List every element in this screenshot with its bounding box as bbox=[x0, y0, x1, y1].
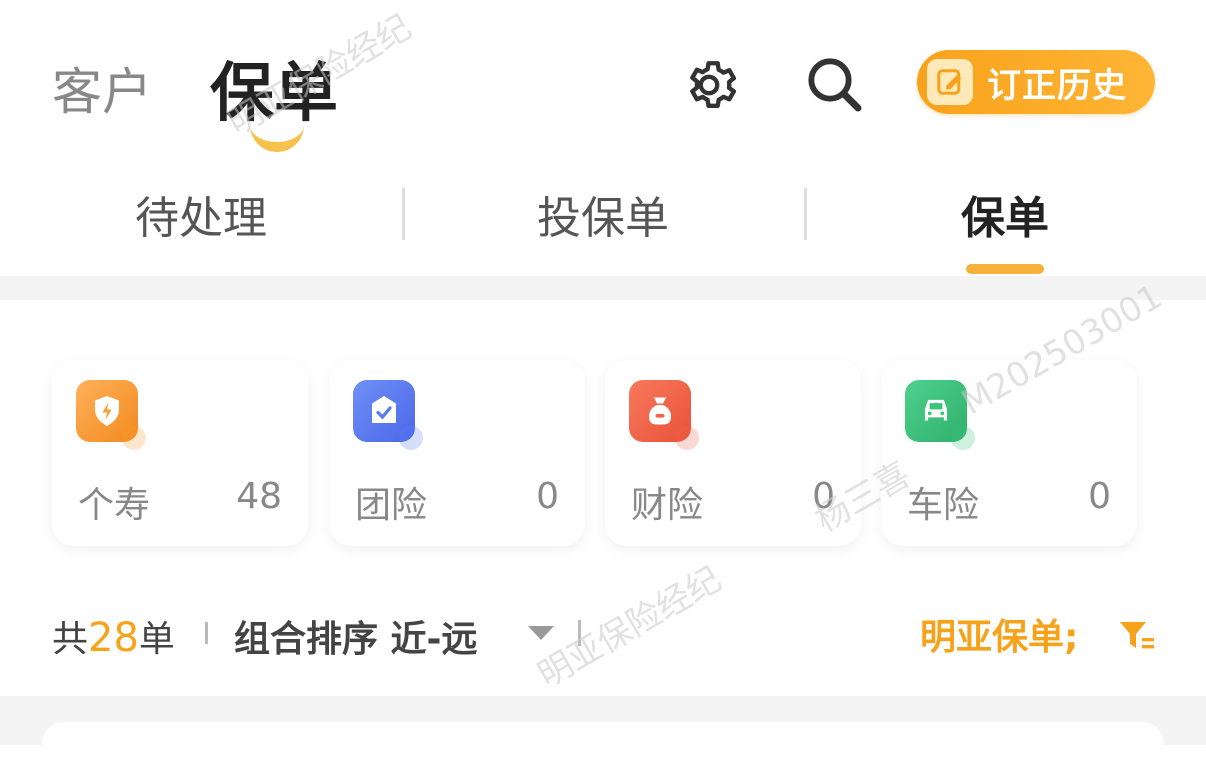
section-divider bbox=[0, 276, 1206, 300]
top-header: 客户 保单 订正历史 bbox=[0, 0, 1206, 160]
filter-selection[interactable]: 明亚保单; bbox=[920, 608, 1078, 660]
total-count: 共28单 bbox=[52, 610, 175, 662]
category-card-auto[interactable]: 车险 0 bbox=[881, 360, 1137, 546]
search-button[interactable] bbox=[800, 50, 868, 118]
nav-active-indicator bbox=[250, 112, 304, 152]
tab-application[interactable]: 投保单 bbox=[402, 182, 804, 246]
edit-note-icon bbox=[927, 59, 973, 105]
icon-accent-dot bbox=[122, 426, 146, 450]
sort-dropdown[interactable]: 组合排序 近-远 bbox=[234, 610, 477, 662]
correction-history-button[interactable]: 订正历史 bbox=[917, 50, 1155, 114]
correction-history-label: 订正历史 bbox=[987, 65, 1127, 106]
policy-tabs: 待处理 投保单 保单 bbox=[0, 160, 1206, 276]
total-number: 28 bbox=[88, 615, 139, 661]
category-card-life[interactable]: 个寿 48 bbox=[52, 360, 308, 546]
toolbar-divider bbox=[578, 620, 581, 646]
icon-accent-dot bbox=[399, 426, 423, 450]
tab-pending[interactable]: 待处理 bbox=[0, 182, 402, 246]
gear-icon bbox=[690, 61, 737, 108]
icon-accent-dot bbox=[951, 426, 975, 450]
tab-policy[interactable]: 保单 bbox=[804, 182, 1206, 246]
active-tab-underline bbox=[966, 264, 1044, 274]
total-suffix: 单 bbox=[138, 619, 175, 660]
category-label: 财险 bbox=[631, 485, 704, 526]
filter-icon[interactable] bbox=[1118, 618, 1158, 654]
toolbar-divider bbox=[205, 622, 208, 644]
chevron-down-icon[interactable] bbox=[528, 626, 554, 640]
nav-customer[interactable]: 客户 bbox=[52, 52, 152, 124]
category-count: 0 bbox=[536, 476, 559, 517]
total-prefix: 共 bbox=[52, 619, 89, 660]
category-count: 0 bbox=[1088, 476, 1111, 517]
category-label: 团险 bbox=[355, 485, 428, 526]
list-toolbar: 共28单 组合排序 近-远 明亚保单; bbox=[0, 600, 1206, 696]
category-count: 48 bbox=[236, 476, 282, 517]
category-label: 车险 bbox=[907, 485, 980, 526]
category-count: 0 bbox=[812, 476, 835, 517]
category-card-group[interactable]: 团险 0 bbox=[329, 360, 585, 546]
policy-list-card[interactable] bbox=[42, 722, 1164, 782]
icon-accent-dot bbox=[675, 426, 699, 450]
search-icon bbox=[808, 58, 862, 112]
category-card-property[interactable]: 财险 0 bbox=[605, 360, 861, 546]
category-label: 个寿 bbox=[78, 485, 151, 526]
settings-button[interactable] bbox=[678, 54, 740, 116]
